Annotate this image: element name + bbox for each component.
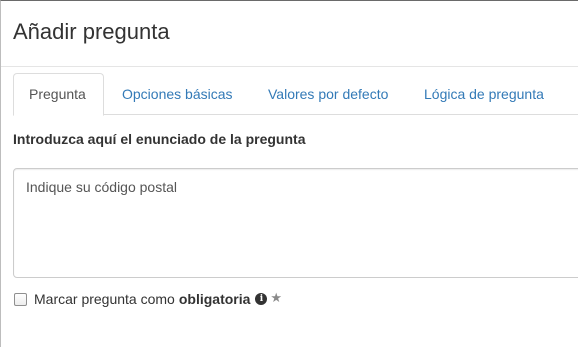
question-text-label: Introduzca aquí el enunciado de la pregu…	[13, 131, 306, 147]
tab-opciones-basicas[interactable]: Opciones básicas	[107, 73, 247, 115]
required-label-bold: obligatoria	[178, 291, 251, 307]
tab-logica-de-pregunta[interactable]: Lógica de pregunta	[409, 73, 565, 115]
required-checkbox[interactable]	[14, 292, 27, 306]
info-circle-icon[interactable]: i	[255, 293, 268, 305]
tab-pregunta[interactable]: Pregunta	[13, 73, 104, 116]
dialog-title: Añadir pregunta	[13, 19, 170, 44]
question-text-input[interactable]: Indique su código postal	[13, 168, 578, 278]
dialog-header: Añadir pregunta	[1, 1, 578, 67]
star-icon: ★	[270, 291, 283, 306]
required-checkbox-row: Marcar pregunta como obligatoria i ★	[13, 290, 282, 308]
required-label-prefix: Marcar pregunta como	[34, 291, 175, 307]
question-tabs: Pregunta Opciones básicas Valores por de…	[13, 73, 578, 116]
add-question-dialog: Añadir pregunta Pregunta Opciones básica…	[0, 0, 578, 347]
tab-valores-por-defecto[interactable]: Valores por defecto	[253, 73, 405, 115]
